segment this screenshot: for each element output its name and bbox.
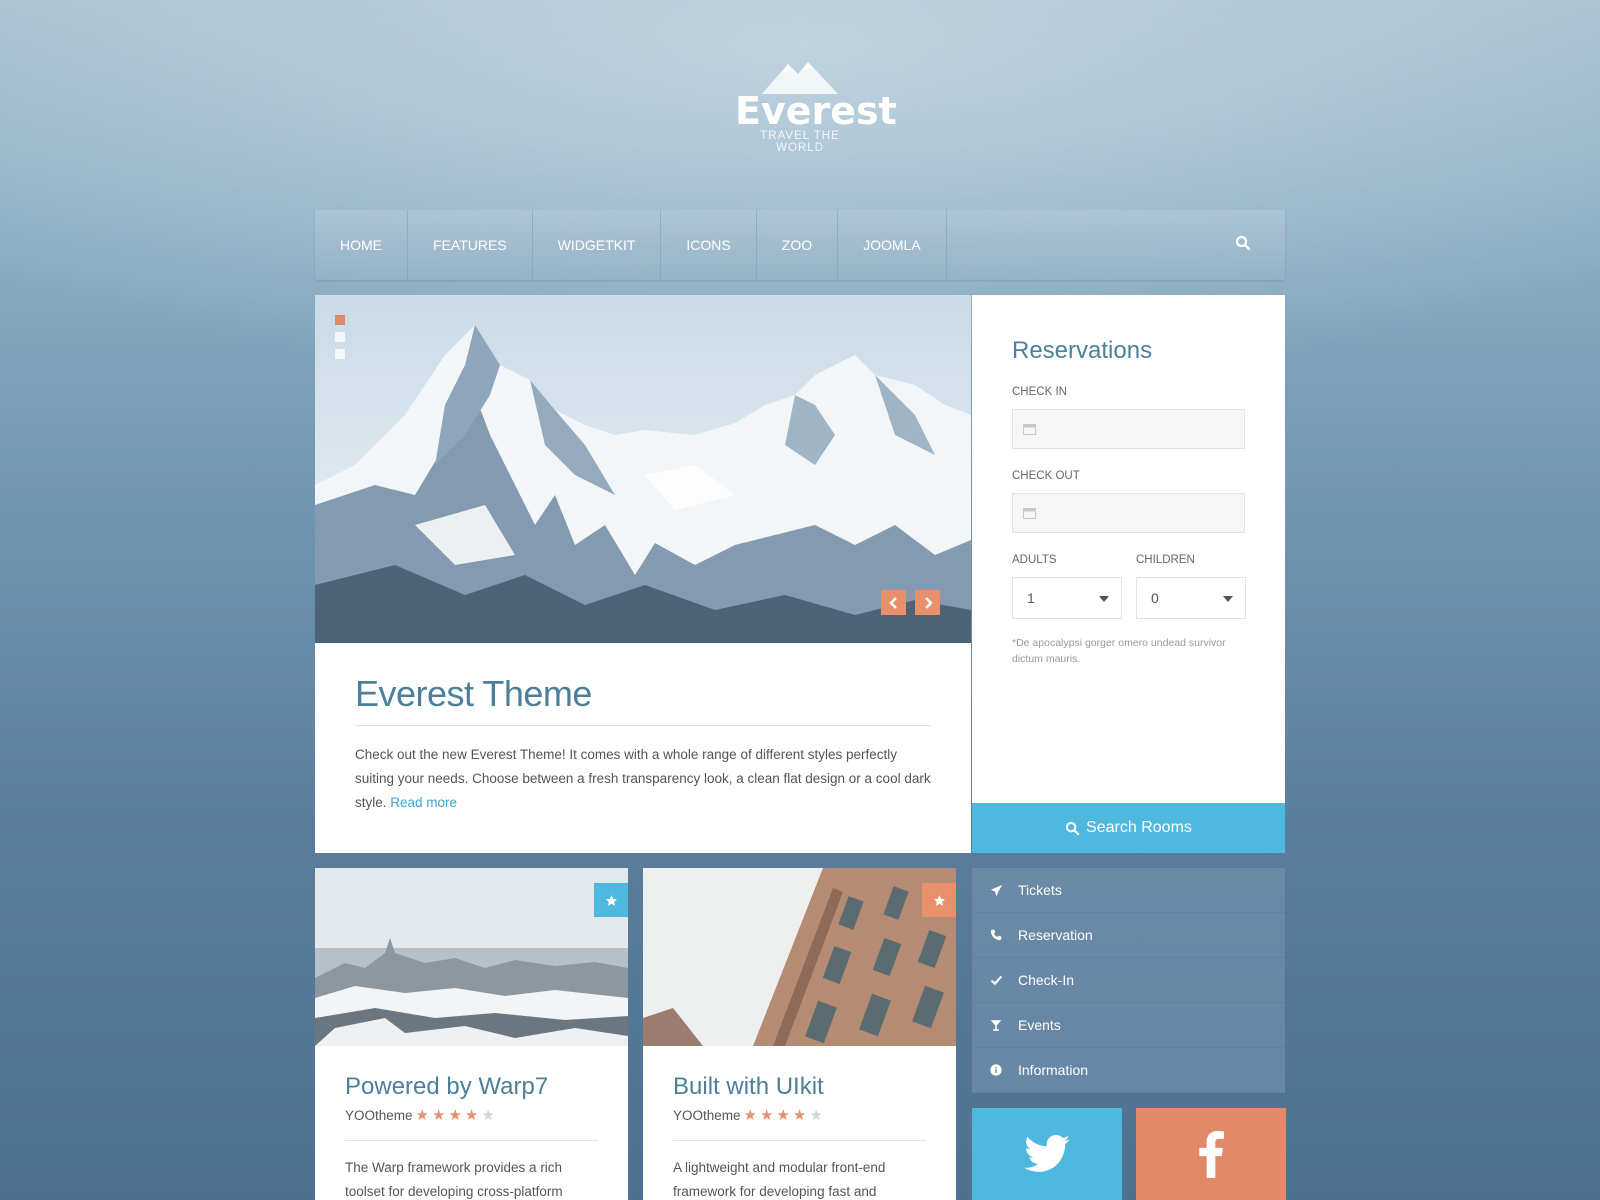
read-more-link[interactable]: Read more [390, 795, 457, 810]
calendar-icon [1023, 424, 1036, 435]
city-photo [315, 868, 628, 1046]
divider [355, 725, 931, 726]
card-title: Powered by Warp7 [345, 1073, 549, 1100]
featured-badge[interactable] [594, 883, 628, 917]
check-in-label: CHECK IN [1012, 386, 1067, 398]
building-photo [643, 868, 956, 1046]
logo-tagline: TRAVEL THE WORLD [760, 130, 840, 154]
reservation-title: Reservations [1012, 337, 1153, 364]
check-out-label: CHECK OUT [1012, 470, 1080, 482]
star-icon: ★ [759, 1106, 774, 1124]
search-icon[interactable] [1235, 235, 1255, 255]
search-rooms-button[interactable]: Search Rooms [972, 803, 1285, 853]
nav-item-home[interactable]: HOME [315, 210, 408, 280]
children-select[interactable]: 0 [1136, 577, 1246, 619]
side-menu-label: Events [1018, 1017, 1061, 1033]
nav-item-icons[interactable]: ICONS [661, 210, 757, 280]
mountain-photo [315, 295, 971, 643]
side-menu-item-check-in[interactable]: Check-In [972, 958, 1285, 1003]
intro-title: Everest Theme [355, 673, 592, 714]
star-empty-icon: ★ [809, 1106, 823, 1124]
cocktail-icon [988, 1017, 1004, 1033]
facebook-button[interactable] [1136, 1108, 1286, 1200]
star-empty-icon: ★ [481, 1106, 495, 1124]
logo-name: Everest [735, 89, 897, 133]
card-author-row: YOOtheme ★ ★ ★ ★ ★ [345, 1106, 495, 1124]
search-icon [1065, 821, 1080, 835]
chevron-left-icon [888, 596, 897, 609]
star-icon [605, 894, 617, 906]
reservation-form: Reservations CHECK IN CHECK OUT ADULTS C… [972, 295, 1285, 803]
star-icon: ★ [464, 1106, 479, 1124]
star-icon: ★ [448, 1106, 462, 1124]
side-menu-item-reservation[interactable]: Reservation [972, 913, 1285, 958]
calendar-icon [1023, 508, 1036, 519]
facebook-icon [1199, 1131, 1224, 1178]
slider-dot-1[interactable] [335, 315, 345, 325]
reservation-note: *De apocalypsi gorger omero undead survi… [1012, 637, 1226, 665]
star-icon: ★ [743, 1106, 757, 1124]
slider-next-button[interactable] [915, 590, 940, 615]
slider-dots [335, 315, 345, 359]
feature-card: Powered by Warp7 YOOtheme ★ ★ ★ ★ ★ The … [315, 868, 628, 1200]
adults-value: 1 [1027, 590, 1035, 606]
nav-item-zoo[interactable]: ZOO [757, 210, 839, 280]
star-icon: ★ [415, 1106, 429, 1124]
star-icon [933, 894, 945, 906]
slider-prev-button[interactable] [881, 590, 906, 615]
side-menu-label: Information [1018, 1062, 1089, 1078]
divider [673, 1140, 926, 1141]
feature-card: Built with UIkit YOOtheme ★ ★ ★ ★ ★ A li… [643, 868, 956, 1200]
intro-text: Check out the new Everest Theme! It come… [355, 743, 931, 815]
hero-slider [315, 295, 971, 643]
star-icon: ★ [431, 1106, 446, 1124]
check-out-field[interactable] [1012, 493, 1245, 533]
slider-dot-3[interactable] [335, 349, 345, 359]
side-menu: Tickets Reservation Check-In Events Info… [972, 868, 1285, 1093]
nav-item-widgetkit[interactable]: WIDGETKIT [533, 210, 662, 280]
intro-panel: Everest Theme Check out the new Everest … [315, 643, 971, 853]
caret-down-icon [1223, 596, 1233, 602]
adults-select[interactable]: 1 [1012, 577, 1122, 619]
star-icon: ★ [776, 1106, 790, 1124]
search-rooms-label: Search Rooms [1086, 819, 1192, 836]
side-menu-item-tickets[interactable]: Tickets [972, 868, 1285, 913]
card-title: Built with UIkit [673, 1073, 824, 1100]
main-nav: HOME FEATURES WIDGETKIT ICONS ZOO JOOMLA [315, 210, 1285, 280]
side-menu-label: Reservation [1018, 927, 1093, 943]
card-body: The Warp framework provides a rich tools… [345, 1160, 563, 1199]
side-menu-item-information[interactable]: Information [972, 1048, 1285, 1093]
card-author-row: YOOtheme ★ ★ ★ ★ ★ [673, 1106, 823, 1124]
card-author: YOOtheme [345, 1108, 413, 1123]
twitter-icon [1024, 1135, 1070, 1172]
check-icon [988, 972, 1004, 988]
phone-icon [988, 927, 1004, 943]
side-menu-label: Tickets [1018, 882, 1062, 898]
card-body: A lightweight and modular front-end fram… [673, 1160, 886, 1199]
slider-dot-2[interactable] [335, 332, 345, 342]
plane-icon [988, 882, 1004, 898]
site-logo[interactable]: Everest TRAVEL THE WORLD [735, 58, 897, 154]
adults-label: ADULTS [1012, 554, 1057, 566]
nav-item-joomla[interactable]: JOOMLA [838, 210, 947, 280]
children-label: CHILDREN [1136, 554, 1195, 566]
info-icon [988, 1062, 1004, 1078]
card-author: YOOtheme [673, 1108, 741, 1123]
divider [345, 1140, 598, 1141]
caret-down-icon [1099, 596, 1109, 602]
featured-badge[interactable] [922, 883, 956, 917]
children-value: 0 [1151, 590, 1159, 606]
star-icon: ★ [792, 1106, 807, 1124]
nav-item-features[interactable]: FEATURES [408, 210, 533, 280]
side-menu-label: Check-In [1018, 972, 1075, 988]
side-menu-item-events[interactable]: Events [972, 1003, 1285, 1048]
twitter-button[interactable] [972, 1108, 1122, 1200]
check-in-field[interactable] [1012, 409, 1245, 449]
chevron-right-icon [924, 596, 933, 609]
